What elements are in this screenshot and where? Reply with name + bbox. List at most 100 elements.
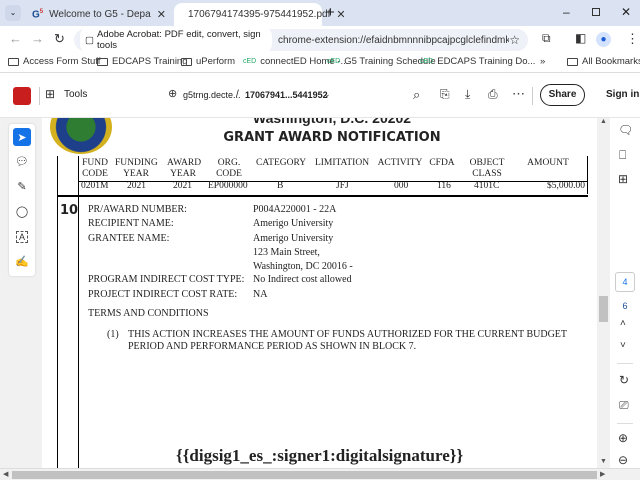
bookmark-folder[interactable]: Access Form Stuff <box>8 56 100 67</box>
tab-pdf[interactable]: 1706794174395-975441952.pdf ✕ <box>174 3 346 26</box>
url-text[interactable]: chrome-extension://efaidnbmnnnibpcajpcgl… <box>278 35 509 46</box>
page-icon: ▢ <box>85 34 94 46</box>
file-name[interactable]: 17067941...5441952 <box>245 90 328 100</box>
bookmark-folder[interactable]: uPerform <box>181 56 235 67</box>
field-label: PROGRAM INDIRECT COST TYPE: <box>88 274 245 285</box>
page-thumbnails-icon[interactable]: ⎘ <box>440 87 450 102</box>
highlight-tool-icon[interactable]: ✎ <box>13 177 31 195</box>
acrobat-toolbar: ⊞ Tools ⊕ g5trng.decte... / 17067941...5… <box>0 74 640 118</box>
globe-icon: ⊕ <box>168 88 178 100</box>
profile-avatar[interactable]: ● <box>596 32 611 47</box>
draw-tool-icon[interactable]: ◯ <box>13 202 31 220</box>
thumbnails-icon[interactable]: ⊞ <box>618 172 628 186</box>
g5-favicon: G5 <box>32 8 44 21</box>
field-label: GRANTEE NAME: <box>88 233 170 244</box>
divider <box>617 363 633 364</box>
all-bookmarks[interactable]: All Bookmarks <box>567 56 640 67</box>
col-funding-year: FUNDING YEAR <box>115 158 158 179</box>
close-tab-icon[interactable]: ✕ <box>157 8 166 21</box>
print-icon[interactable]: ⎙ <box>488 87 498 102</box>
col-amount: AMOUNT <box>527 158 569 168</box>
extensions-icon[interactable]: ⧉ <box>542 31 551 46</box>
cell-org-code: EP000000 <box>208 181 248 191</box>
term-text: THIS ACTION INCREASES THE AMOUNT OF FUND… <box>128 329 568 352</box>
acrobat-logo[interactable] <box>13 87 31 105</box>
cell-amount: $5,000.00 <box>547 181 585 191</box>
vertical-scrollbar[interactable]: ▲ ▼ <box>597 118 610 468</box>
tools-grid-icon[interactable]: ⊞ <box>45 87 55 101</box>
download-icon[interactable]: ⤓ <box>465 87 470 102</box>
breadcrumb-separator: / <box>236 89 239 100</box>
current-page-input[interactable]: 4 <box>615 272 635 292</box>
restore-icon[interactable] <box>592 8 600 16</box>
folder-icon <box>97 57 108 66</box>
omnibox[interactable]: ▢ Adobe Acrobat: PDF edit, convert, sign … <box>74 27 528 53</box>
bookmark-folder[interactable]: EDCAPS Training <box>97 56 188 67</box>
tab-g5[interactable]: G5 Welcome to G5 - Department o ✕ <box>24 3 174 26</box>
horizontal-scrollbar[interactable]: ◀ ▶ <box>0 468 640 480</box>
col-activity: ACTIVITY <box>377 158 423 168</box>
search-icon[interactable]: ⌕ <box>413 87 420 103</box>
next-page-icon[interactable]: ˅ <box>620 340 626 351</box>
cell-award-year: 2021 <box>173 181 192 191</box>
field-value: NA <box>253 289 268 300</box>
scroll-thumb[interactable] <box>599 296 608 322</box>
reload-icon[interactable]: ↻ <box>54 31 65 47</box>
block-rule <box>57 195 588 197</box>
comment-tool-icon[interactable]: 💬︎ <box>13 152 31 170</box>
close-window-icon[interactable]: ✕ <box>621 5 631 19</box>
close-tab-icon[interactable]: ✕ <box>336 8 345 21</box>
comments-icon[interactable]: 🗨︎ <box>618 123 633 137</box>
forward-icon[interactable]: → <box>31 31 44 46</box>
sign-in-link[interactable]: Sign in <box>606 89 639 100</box>
bookmarks-bar: Access Form Stuff EDCAPS Training uPerfo… <box>0 53 640 73</box>
cell-object-class: 4101C <box>474 181 500 191</box>
pdf-page: Washington, D.C. 20202 GRANT AWARD NOTIF… <box>42 118 597 468</box>
previous-page-icon[interactable]: ˄ <box>620 318 626 329</box>
fit-page-icon[interactable]: ⎚ <box>619 398 629 413</box>
col-category: CATEGORY <box>256 158 307 168</box>
rotate-icon[interactable]: ↻ <box>619 373 629 387</box>
side-panel-icon[interactable]: ◧ <box>575 31 586 45</box>
sign-tool-icon[interactable]: ✍ <box>13 252 31 270</box>
col-award-year: AWARD YEAR <box>167 158 202 179</box>
bookmarks-icon[interactable]: ⎕ <box>619 148 626 163</box>
tools-label[interactable]: Tools <box>64 89 87 100</box>
minimize-icon[interactable]: – <box>563 5 570 19</box>
breadcrumb-host[interactable]: g5trng.decte... <box>183 90 241 100</box>
bookmark-star-icon[interactable]: ☆ <box>509 33 520 47</box>
cell-cfda: 116 <box>437 181 451 191</box>
new-tab-button[interactable]: + <box>326 4 335 21</box>
chevron-down-icon[interactable]: ⌄ <box>323 89 331 100</box>
scroll-right-arrow[interactable]: ▶ <box>600 470 605 478</box>
share-button[interactable]: Share <box>540 84 585 106</box>
terms-heading: TERMS AND CONDITIONS <box>88 308 209 319</box>
right-panel: 🗨︎ ⎕ ⊞ 4 6 ˄ ˅ ↻ ⎚ ⊕ ⊖ <box>610 118 640 468</box>
scroll-left-arrow[interactable]: ◀ <box>3 470 8 478</box>
menu-icon[interactable]: ⋮ <box>626 31 639 47</box>
tab-search-button[interactable]: ⌄ <box>5 5 21 21</box>
folder-icon <box>567 57 578 66</box>
divider <box>617 423 633 424</box>
term-number: (1) <box>107 329 119 340</box>
block-number: 10 <box>60 203 79 218</box>
field-label: PROJECT INDIRECT COST RATE: <box>88 289 238 300</box>
address-line: Washington, D.C. 20202 <box>252 118 412 126</box>
scroll-up-arrow[interactable]: ▲ <box>600 118 607 125</box>
text-tool-icon[interactable]: A <box>16 231 28 243</box>
bookmark-link[interactable]: cED EDCAPS Training Do... <box>420 56 535 67</box>
department-seal <box>50 118 112 154</box>
horizontal-scroll-thumb[interactable] <box>12 471 597 479</box>
more-options-icon[interactable]: ⋯ <box>512 86 525 102</box>
field-value: Washington, DC 20016 - <box>253 261 353 272</box>
extension-chip[interactable]: ▢ Adobe Acrobat: PDF edit, convert, sign … <box>80 27 273 53</box>
scroll-down-arrow[interactable]: ▼ <box>600 458 607 465</box>
select-tool-icon[interactable]: ➤ <box>13 128 31 146</box>
zoom-in-icon[interactable]: ⊕ <box>618 431 628 445</box>
zoom-out-icon[interactable]: ⊖ <box>618 453 628 467</box>
ced-icon: cED <box>243 58 257 65</box>
back-icon[interactable]: ← <box>9 31 22 46</box>
col-object-class: OBJECT CLASS <box>469 158 505 179</box>
more-bookmarks-button[interactable]: » <box>540 56 545 67</box>
field-value: P004A220001 - 22A <box>253 204 337 215</box>
